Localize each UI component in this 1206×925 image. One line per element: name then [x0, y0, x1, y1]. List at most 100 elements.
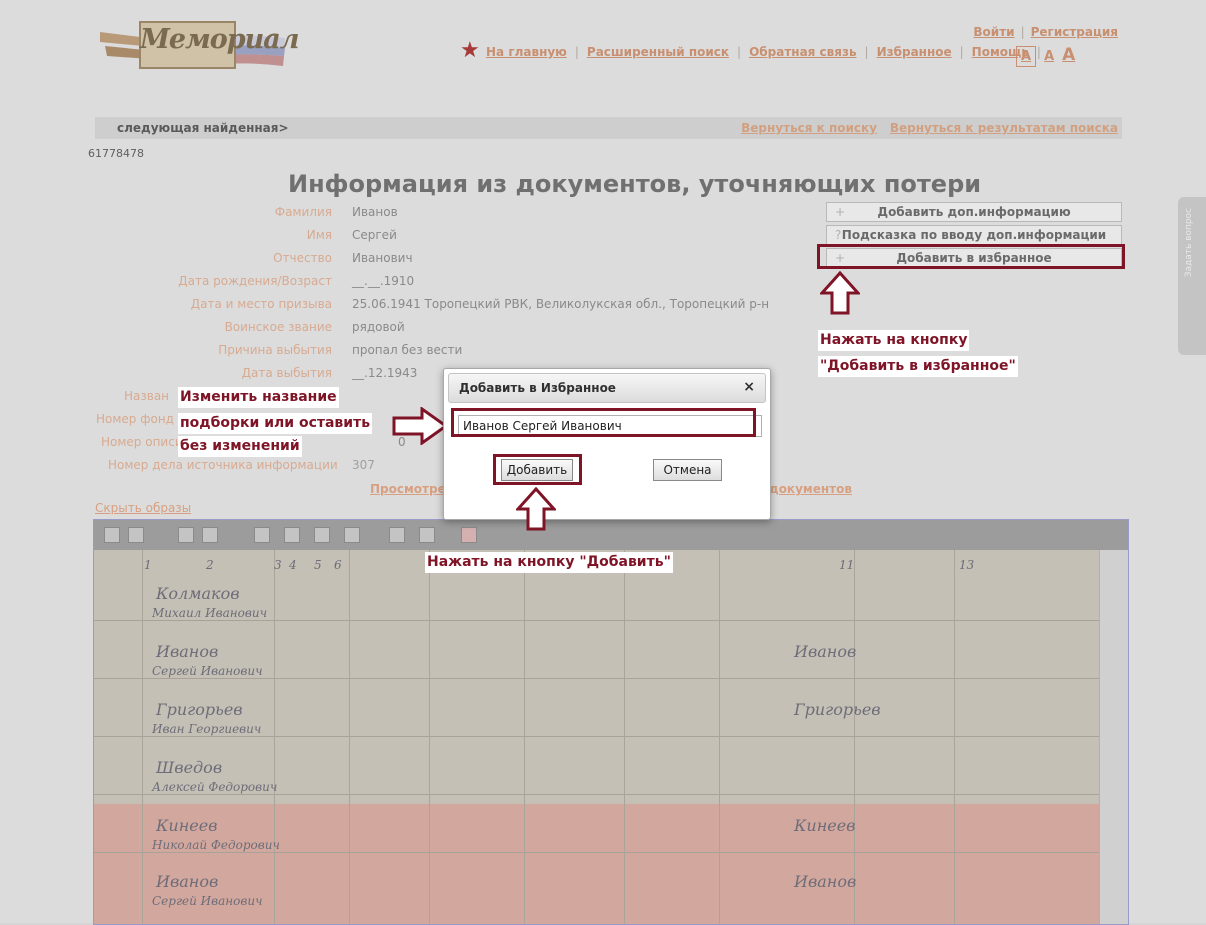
- scan-surname: Иванов: [794, 872, 857, 891]
- pdf-icon[interactable]: [461, 527, 477, 543]
- scan-col-number: 4: [289, 558, 297, 572]
- nav-feedback[interactable]: Обратная связь: [749, 45, 856, 59]
- login-link[interactable]: Войти: [973, 25, 1014, 39]
- font-size-large[interactable]: A: [1062, 45, 1075, 65]
- callout-add: Нажать на кнопку "Добавить": [425, 552, 673, 573]
- scan-surname: Колмаков: [156, 584, 240, 603]
- callout-fav-line1: Нажать на кнопку: [818, 330, 970, 351]
- page-title: Информация из документов, уточняющих пот…: [288, 170, 982, 198]
- scan-col-number: 2: [206, 558, 214, 572]
- page-background: Мемориал Войти | Регистрация ★ На главную |…: [0, 0, 1206, 925]
- main-nav: На главную | Расширенный поиск | Обратная св…: [486, 45, 1041, 59]
- dialog-title: Добавить в Избранное: [459, 381, 616, 395]
- back-to-results-link[interactable]: Вернуться к результатам поиска: [890, 121, 1118, 135]
- arrow-up-icon: [516, 487, 556, 531]
- pointer-tool-icon[interactable]: [104, 527, 120, 543]
- save-icon[interactable]: [389, 527, 405, 543]
- fit-page-icon[interactable]: [254, 527, 270, 543]
- zoom-in-icon[interactable]: [178, 527, 194, 543]
- field-label-name: Имя: [306, 228, 332, 242]
- close-icon[interactable]: ×: [743, 379, 755, 395]
- field-value-name: Сергей: [352, 228, 397, 242]
- link-icon[interactable]: [419, 527, 435, 543]
- scan-surname: Шведов: [156, 758, 223, 777]
- star-icon: ★: [460, 38, 480, 63]
- next-found-link[interactable]: следующая найденная>: [117, 121, 289, 135]
- scan-firstname: Михаил Иванович: [152, 606, 268, 620]
- font-size-switcher: AAA: [1016, 45, 1075, 67]
- scan-col-number: 6: [334, 558, 342, 572]
- fit-width-icon[interactable]: [284, 527, 300, 543]
- field-label-source: Назван: [124, 389, 170, 403]
- document-viewer[interactable]: 1 2 3 4 5 6 11 13 Колмаков Михаил Иванов…: [93, 519, 1129, 925]
- ask-question-label: Задать вопрос: [1184, 208, 1194, 278]
- scan-col-number: 3: [274, 558, 282, 572]
- scan-surname: Иванов: [156, 872, 219, 891]
- field-value-rank: рядовой: [352, 320, 405, 334]
- field-value-reason: пропал без вести: [352, 343, 463, 357]
- back-to-search-link[interactable]: Вернуться к поиску: [741, 121, 877, 135]
- field-label-date-out: Дата выбытия: [241, 366, 332, 380]
- scan-firstname: Сергей Иванович: [152, 664, 263, 678]
- field-value-date-out: __.12.1943: [352, 366, 418, 380]
- viewer-toolbar: [94, 520, 1128, 550]
- scan-surname: Кинеев: [156, 816, 218, 835]
- scan-firstname: Алексей Федорович: [152, 780, 278, 794]
- scan-firstname: Николай Федорович: [152, 838, 280, 852]
- field-value-birth: __.__.1910: [352, 274, 415, 288]
- input-highlight: [451, 408, 756, 437]
- hint-label: Подсказка по вводу доп.информации: [841, 228, 1107, 242]
- font-size-medium[interactable]: A: [1044, 49, 1054, 64]
- hand-tool-icon[interactable]: [128, 527, 144, 543]
- record-id: 61778478: [88, 147, 144, 160]
- dialog-cancel-button[interactable]: Отмена: [653, 459, 722, 481]
- scan-firstname: Сергей Иванович: [152, 894, 263, 908]
- field-label-draft: Дата и место призыва: [190, 297, 332, 311]
- callout-fav-line2: "Добавить в избранное": [818, 356, 1018, 377]
- scan-surname: Иванов: [156, 642, 219, 661]
- hint-button[interactable]: ? Подсказка по вводу доп.информации: [826, 225, 1122, 245]
- font-size-small[interactable]: A: [1016, 46, 1037, 67]
- field-value-surname: Иванов: [352, 205, 398, 219]
- viewer-scrollbar[interactable]: [1099, 550, 1128, 924]
- field-label-reason: Причина выбытия: [218, 343, 332, 357]
- add-to-favorites-dialog: Добавить в Избранное × Добавить Отмена: [443, 368, 771, 520]
- field-label-surname: Фамилия: [274, 205, 332, 219]
- actual-size-icon[interactable]: [344, 527, 360, 543]
- nav-home[interactable]: На главную: [486, 45, 567, 59]
- callout-rename-line2: подборки или оставить: [178, 413, 373, 434]
- field-label-birth: Дата рождения/Возраст: [178, 274, 332, 288]
- add-info-button[interactable]: + Добавить доп.информацию: [826, 202, 1122, 222]
- scan-firstname: Иван Георгиевич: [152, 722, 262, 736]
- field-value-delo: 307: [352, 458, 375, 472]
- auth-links: Войти | Регистрация: [973, 25, 1118, 39]
- field-label-delo: Номер дела источника информации: [108, 458, 338, 472]
- scan-surname: Кинеев: [794, 816, 856, 835]
- add-info-label: Добавить доп.информацию: [877, 205, 1071, 219]
- field-label-opis: Номер описи: [101, 435, 183, 449]
- scan-col-number: 1: [144, 558, 152, 572]
- callout-rename-line1: Изменить название: [178, 387, 339, 408]
- scan-col-number: 13: [959, 558, 975, 572]
- nav-advanced-search[interactable]: Расширенный поиск: [587, 45, 729, 59]
- scanned-document: 1 2 3 4 5 6 11 13 Колмаков Михаил Иванов…: [94, 550, 1099, 924]
- scan-surname: Иванов: [794, 642, 857, 661]
- arrow-right-icon: [392, 407, 448, 445]
- register-link[interactable]: Регистрация: [1031, 25, 1118, 39]
- scan-col-number: 5: [314, 558, 322, 572]
- view-documents-link[interactable]: Просмотре: [370, 482, 446, 496]
- field-label-fond: Номер фонд: [96, 412, 174, 426]
- field-label-patronymic: Отчество: [273, 251, 332, 265]
- scan-surname: Григорьев: [156, 700, 243, 719]
- field-value-draft: 25.06.1941 Торопецкий РВК, Великолукская…: [352, 297, 770, 311]
- callout-rename-line3: без изменений: [178, 436, 302, 457]
- favorites-button-highlight: [817, 244, 1125, 269]
- nav-favorites[interactable]: Избранное: [877, 45, 952, 59]
- documents-link[interactable]: документов: [769, 482, 852, 496]
- zoom-out-icon[interactable]: [202, 527, 218, 543]
- fit-height-icon[interactable]: [314, 527, 330, 543]
- scan-surname: Григорьев: [794, 700, 881, 719]
- logo-text: Мемориал: [140, 24, 300, 55]
- hide-images-link[interactable]: Скрыть образы: [95, 501, 191, 515]
- breadcrumb: следующая найденная> Вернуться к поиску …: [95, 117, 1122, 139]
